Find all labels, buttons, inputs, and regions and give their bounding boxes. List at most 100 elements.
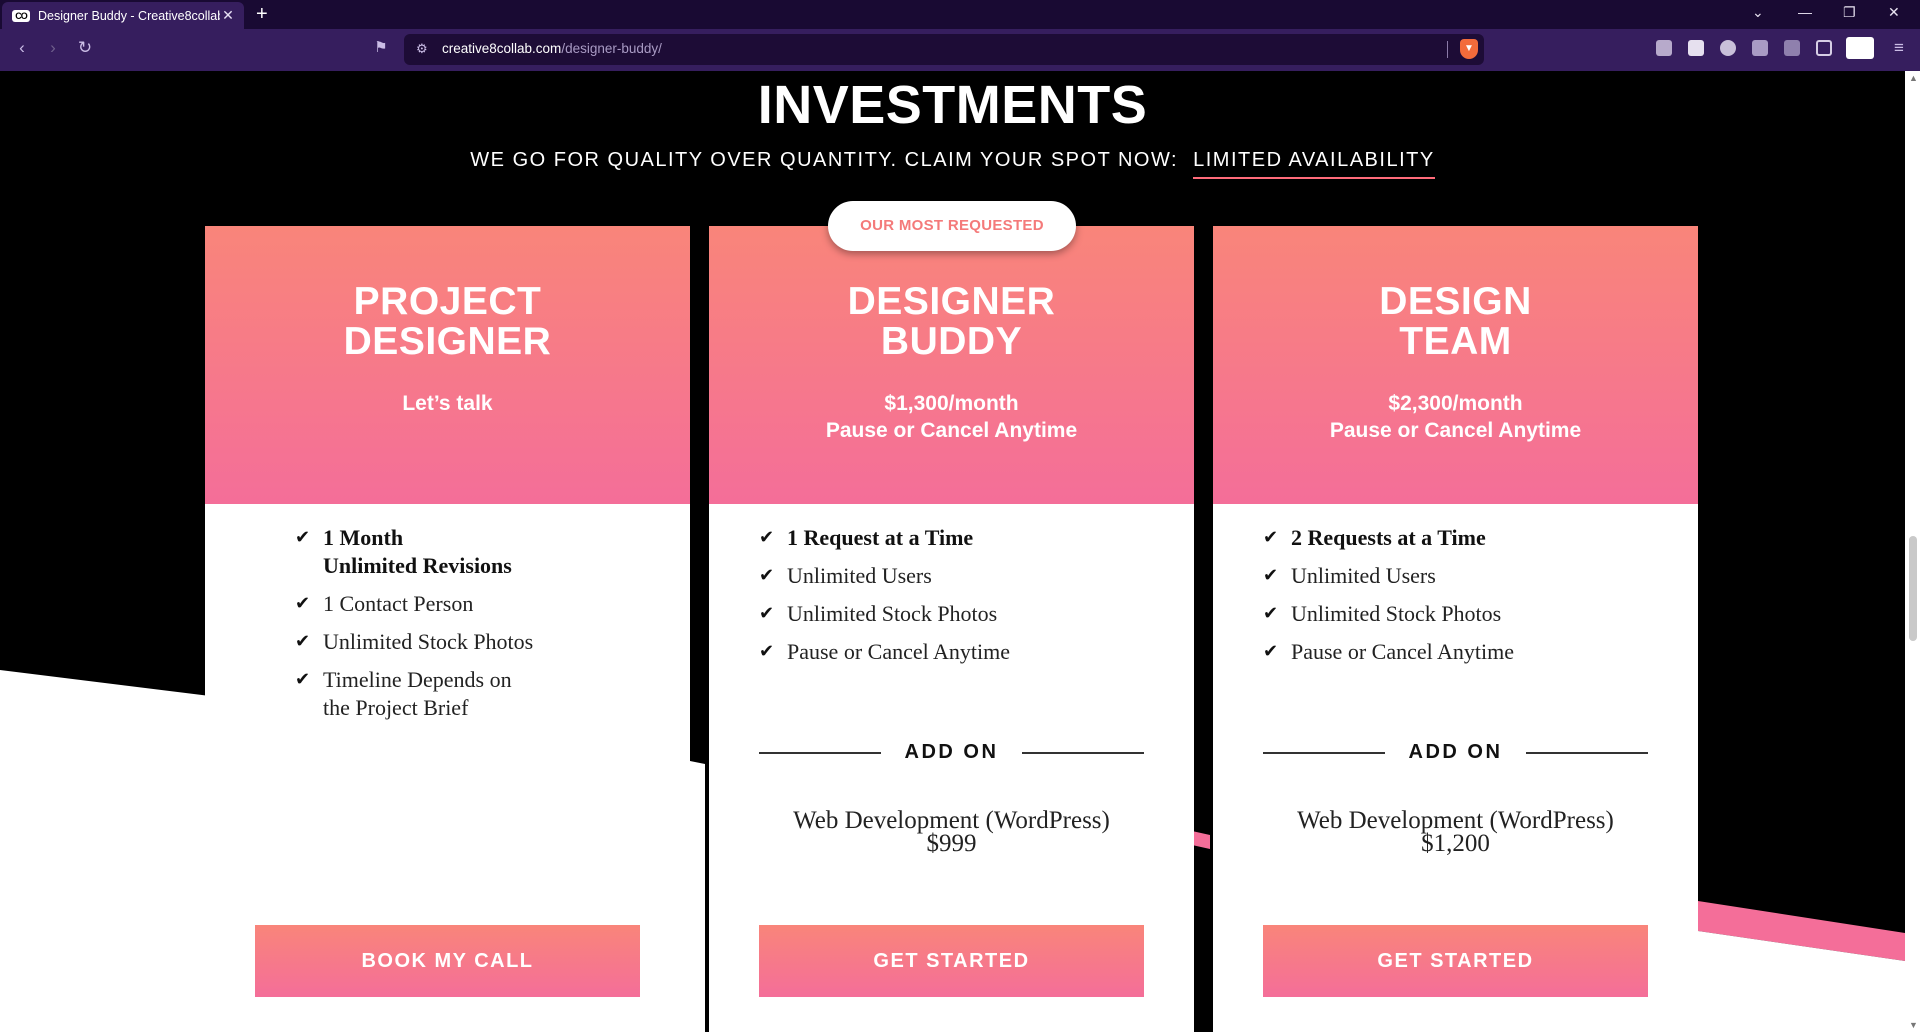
- site-info-icon[interactable]: ⚙: [416, 41, 428, 57]
- tab-search-chevron-icon[interactable]: ⌄: [1752, 4, 1764, 21]
- feature-item: ✔ Unlimited Stock Photos: [1263, 600, 1514, 628]
- check-icon: ✔: [759, 565, 775, 586]
- feature-item: ✔ Pause or Cancel Anytime: [759, 638, 1010, 666]
- extension-icon[interactable]: [1752, 40, 1768, 56]
- address-bar[interactable]: ⚙ creative8collab.com/designer-buddy/ ▼: [404, 34, 1484, 65]
- plan-title: DESIGN TEAM: [1213, 226, 1698, 362]
- screenshot-icon[interactable]: [1656, 40, 1672, 56]
- plan-card-designer-buddy: DESIGNER BUDDY $1,300/month Pause or Can…: [709, 226, 1194, 1032]
- feature-text: Unlimited Users: [787, 563, 932, 588]
- feature-text: Unlimited Stock Photos: [323, 629, 534, 654]
- url-path: /designer-buddy/: [561, 41, 662, 56]
- menu-icon[interactable]: ≡: [1888, 38, 1910, 58]
- book-my-call-button[interactable]: BOOK MY CALL: [255, 925, 640, 997]
- sidebar-icon[interactable]: [1816, 40, 1832, 56]
- addon-name: Web Development (WordPress): [1297, 807, 1614, 834]
- check-icon: ✔: [759, 603, 775, 624]
- check-icon: ✔: [295, 593, 311, 614]
- check-icon: ✔: [1263, 565, 1279, 586]
- feature-text: the Project Brief: [323, 695, 469, 720]
- get-started-button[interactable]: GET STARTED: [759, 925, 1144, 997]
- plan-price: $2,300/month Pause or Cancel Anytime: [1213, 390, 1698, 444]
- plan-header: DESIGN TEAM $2,300/month Pause or Cancel…: [1213, 226, 1698, 504]
- feature-list: ✔ 1 Month Unlimited Revisions ✔ 1 Contac…: [295, 524, 533, 732]
- feature-item: ✔ Unlimited Stock Photos: [295, 628, 533, 656]
- extensions-puzzle-icon[interactable]: [1784, 40, 1800, 56]
- plan-price-amount: $2,300/month: [1388, 392, 1523, 415]
- addon-divider: ADD ON: [759, 738, 1144, 768]
- addon-price: $1,200: [1421, 830, 1490, 857]
- close-window-icon[interactable]: ✕: [1888, 4, 1900, 21]
- plan-header: DESIGNER BUDDY $1,300/month Pause or Can…: [709, 226, 1194, 504]
- bookmark-icon[interactable]: ⚑: [370, 38, 392, 56]
- check-icon: ✔: [295, 631, 311, 652]
- tab-strip: CO Designer Buddy - Creative8collab ✕ + …: [0, 0, 1920, 29]
- section-subheading: WE GO FOR QUALITY OVER QUANTITY. CLAIM Y…: [0, 149, 1905, 179]
- most-requested-badge: OUR MOST REQUESTED: [828, 201, 1076, 251]
- plan-price-note: Pause or Cancel Anytime: [1329, 419, 1582, 442]
- reload-icon[interactable]: ↻: [74, 38, 96, 58]
- feature-text: Unlimited Users: [1291, 563, 1436, 588]
- addon-divider: ADD ON: [1263, 738, 1648, 768]
- feature-text: 1 Request at a Time: [787, 525, 974, 550]
- plan-header: PROJECT DESIGNER Let’s talk: [205, 226, 690, 504]
- addon-name: Web Development (WordPress): [793, 807, 1110, 834]
- limited-availability-highlight: LIMITED AVAILABILITY: [1193, 149, 1435, 179]
- feature-item: ✔ Unlimited Stock Photos: [759, 600, 1010, 628]
- url-text[interactable]: creative8collab.com/designer-buddy/: [442, 41, 662, 56]
- feature-text: Timeline Depends on: [323, 667, 512, 692]
- plan-title-line: BUDDY: [880, 320, 1023, 363]
- addon-price: $999: [926, 830, 977, 857]
- scroll-down-icon[interactable]: ▼: [1909, 1020, 1918, 1030]
- feature-text: 2 Requests at a Time: [1291, 525, 1486, 550]
- check-icon: ✔: [1263, 527, 1279, 548]
- leo-ai-icon[interactable]: [1846, 37, 1874, 59]
- new-tab-button[interactable]: +: [256, 3, 268, 25]
- feature-item: ✔ 1 Contact Person: [295, 590, 533, 618]
- plan-title-line: DESIGN: [1379, 280, 1532, 323]
- minimize-icon[interactable]: —: [1798, 4, 1812, 20]
- addon-details: Web Development (WordPress) $1,200: [1213, 807, 1698, 857]
- restore-icon[interactable]: ❐: [1843, 4, 1856, 21]
- forward-icon[interactable]: ›: [42, 38, 64, 58]
- close-tab-icon[interactable]: ✕: [220, 7, 236, 24]
- plan-title-line: DESIGNER: [343, 320, 552, 363]
- feature-item: ✔ 1 Request at a Time: [759, 524, 1010, 552]
- feature-item: ✔ 2 Requests at a Time: [1263, 524, 1514, 552]
- scrollbar-thumb[interactable]: [1909, 536, 1917, 641]
- feature-item: ✔ Unlimited Users: [1263, 562, 1514, 590]
- feature-list: ✔ 2 Requests at a Time ✔ Unlimited Users ✔…: [1263, 524, 1514, 676]
- url-domain: creative8collab.com: [442, 41, 562, 56]
- check-icon: ✔: [759, 641, 775, 662]
- feature-text: Unlimited Stock Photos: [787, 601, 998, 626]
- feature-text: Pause or Cancel Anytime: [1291, 639, 1515, 664]
- feature-text: 1 Month: [323, 525, 404, 550]
- feature-item: ✔ Timeline Depends on the Project Brief: [295, 666, 533, 722]
- feature-text: Unlimited Revisions: [323, 553, 512, 578]
- feature-list: ✔ 1 Request at a Time ✔ Unlimited Users ✔ U…: [759, 524, 1010, 676]
- feature-item: ✔ Pause or Cancel Anytime: [1263, 638, 1514, 666]
- wallet-icon[interactable]: [1688, 40, 1704, 56]
- page-scrollbar[interactable]: ▲ ▼: [1905, 71, 1920, 1032]
- back-icon[interactable]: ‹: [11, 38, 33, 58]
- tab-title: Designer Buddy - Creative8collab: [38, 8, 220, 23]
- plan-title-line: PROJECT: [353, 280, 542, 323]
- brave-shields-icon[interactable]: ▼: [1460, 39, 1478, 59]
- check-icon: ✔: [295, 669, 311, 690]
- browser-toolbar: ‹ › ↻ ⚑ ⚙ creative8collab.com/designer-b…: [0, 29, 1920, 71]
- pink-diagonal-band: [1192, 831, 1210, 849]
- addon-details: Web Development (WordPress) $999: [709, 807, 1194, 857]
- divider-line: [1022, 752, 1144, 754]
- favicon-icon: CO: [12, 9, 30, 22]
- active-tab[interactable]: CO Designer Buddy - Creative8collab ✕: [2, 2, 244, 29]
- white-diagonal-band: [690, 761, 705, 1032]
- url-divider: [1447, 41, 1448, 58]
- extension-icon[interactable]: [1720, 40, 1736, 56]
- plan-price-amount: $1,300/month: [884, 392, 1019, 415]
- get-started-button[interactable]: GET STARTED: [1263, 925, 1648, 997]
- plan-price-note: Pause or Cancel Anytime: [825, 419, 1078, 442]
- scroll-up-icon[interactable]: ▲: [1909, 73, 1918, 83]
- white-diagonal-band: [0, 670, 210, 1032]
- feature-item: ✔ Unlimited Users: [759, 562, 1010, 590]
- section-heading: INVESTMENTS: [757, 75, 1148, 135]
